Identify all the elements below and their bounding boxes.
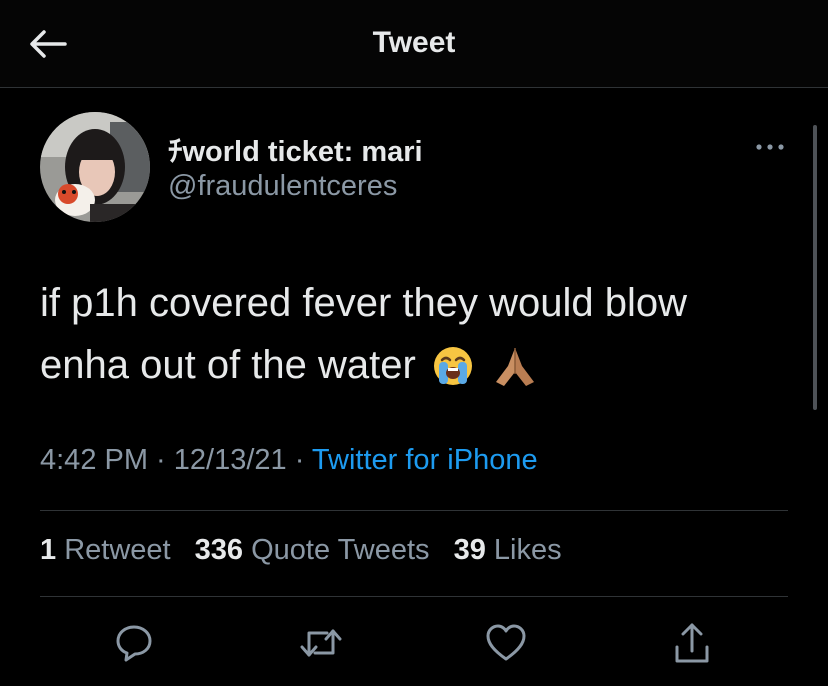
tweet-time: 4:42 PM: [40, 444, 148, 476]
quote-count: 336: [194, 534, 244, 566]
retweet-button[interactable]: [296, 615, 346, 671]
top-bar: Tweet: [0, 0, 828, 88]
reply-icon: [116, 625, 152, 662]
like-count: 39: [453, 534, 486, 566]
meta-separator: ·: [286, 444, 312, 476]
user-handle[interactable]: @fraudulentceres: [168, 170, 397, 203]
heart-icon: [486, 624, 526, 661]
quote-label: Quote Tweets: [251, 534, 430, 566]
scrollbar[interactable]: [813, 125, 817, 410]
retweet-label: Retweet: [64, 534, 171, 566]
share-button[interactable]: [667, 615, 717, 671]
tweet-text: if p1h covered fever they would blow enh…: [40, 281, 688, 387]
like-button[interactable]: [481, 615, 531, 671]
avatar-image: [40, 112, 150, 222]
tweet-metadata: 4:42 PM · 12/13/21 · Twitter for iPhone: [40, 444, 538, 477]
like-label: Likes: [493, 534, 562, 566]
avatar[interactable]: [40, 112, 150, 222]
page-title: Tweet: [372, 26, 456, 59]
divider: [40, 596, 788, 597]
retweet-icon: [300, 629, 342, 657]
meta-separator: ·: [148, 444, 174, 476]
action-bar: [0, 615, 828, 675]
likes-stat[interactable]: 39 Likes: [454, 534, 562, 566]
tweet-body: if p1h covered fever they would blow enh…: [40, 272, 780, 406]
share-icon: [675, 623, 709, 663]
reply-button[interactable]: [109, 615, 159, 671]
retweets-stat[interactable]: 1 Retweet: [40, 534, 171, 566]
folded-hands-icon: [490, 344, 540, 406]
quote-tweets-stat[interactable]: 336 Quote Tweets: [195, 534, 430, 566]
more-dots-icon: [756, 144, 784, 150]
source-link[interactable]: Twitter for iPhone: [312, 444, 538, 476]
more-options-button[interactable]: [750, 132, 790, 162]
divider: [40, 510, 788, 511]
tweet-date: 12/13/21: [173, 444, 287, 476]
retweet-count: 1: [40, 534, 57, 566]
loudly-crying-face-icon: [431, 344, 475, 406]
display-name[interactable]: ﾁworld ticket: mari: [168, 128, 423, 170]
tweet-stats: 1 Retweet 336 Quote Tweets 39 Likes: [40, 534, 578, 567]
